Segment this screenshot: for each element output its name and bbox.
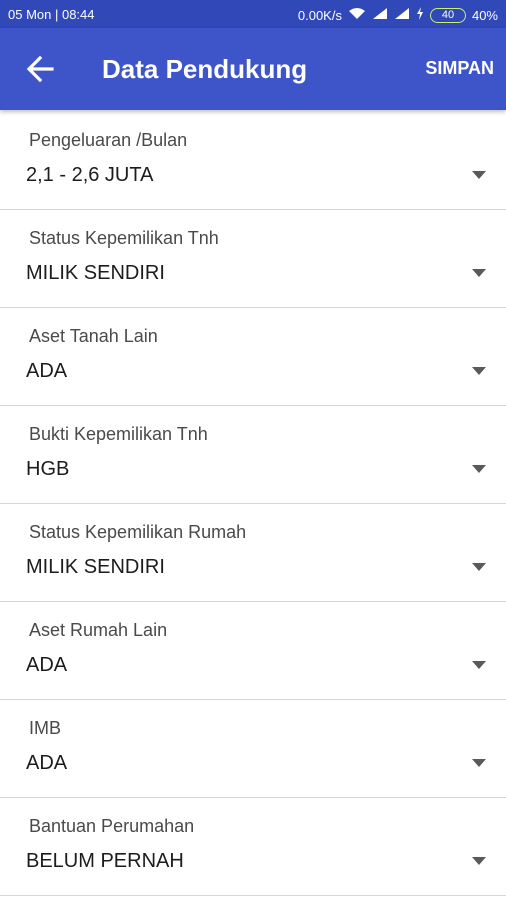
- dropdown-aset-rumah-lain[interactable]: Aset Rumah Lain ADA: [0, 602, 506, 700]
- status-bar-time: 05 Mon | 08:44: [8, 7, 95, 22]
- dropdown-arrow-icon: [472, 661, 486, 669]
- field-value: MILIK SENDIRI: [26, 262, 165, 284]
- dropdown-status-kepemilikan-tanah[interactable]: Status Kepemilikan Tnh MILIK SENDIRI: [0, 210, 506, 308]
- form-list: Pengeluaran /Bulan 2,1 - 2,6 JUTA Status…: [0, 112, 506, 896]
- field-label: Bukti Kepemilikan Tnh: [29, 424, 208, 444]
- status-bar: 05 Mon | 08:44 0.00K/s 40 40%: [0, 0, 506, 28]
- field-value: ADA: [26, 360, 68, 382]
- dropdown-bukti-kepemilikan-tanah[interactable]: Bukti Kepemilikan Tnh HGB: [0, 406, 506, 504]
- field-value: 2,1 - 2,6 JUTA: [26, 164, 154, 186]
- field-label: Aset Tanah Lain: [29, 326, 158, 346]
- dropdown-status-kepemilikan-rumah[interactable]: Status Kepemilikan Rumah MILIK SENDIRI: [0, 504, 506, 602]
- field-label: IMB: [29, 718, 62, 738]
- arrow-left-icon[interactable]: [24, 53, 56, 85]
- signal-icon: [394, 7, 410, 23]
- field-label: Aset Rumah Lain: [29, 620, 168, 640]
- dropdown-pengeluaran-bulan[interactable]: Pengeluaran /Bulan 2,1 - 2,6 JUTA: [0, 112, 506, 210]
- save-button[interactable]: SIMPAN: [425, 58, 494, 79]
- charging-icon: [416, 7, 424, 23]
- signal-icon: [372, 7, 388, 23]
- dropdown-arrow-icon: [472, 269, 486, 277]
- field-label: Status Kepemilikan Tnh: [29, 228, 219, 248]
- wifi-icon: [348, 7, 366, 23]
- dropdown-imb[interactable]: IMB ADA: [0, 700, 506, 798]
- dropdown-arrow-icon: [472, 857, 486, 865]
- dropdown-arrow-icon: [472, 171, 486, 179]
- field-value: ADA: [26, 752, 68, 774]
- dropdown-arrow-icon: [472, 465, 486, 473]
- app-bar: Data Pendukung SIMPAN: [0, 28, 506, 110]
- dropdown-bantuan-perumahan[interactable]: Bantuan Perumahan BELUM PERNAH: [0, 798, 506, 896]
- field-value: HGB: [26, 458, 70, 480]
- dropdown-arrow-icon: [472, 759, 486, 767]
- field-value: ADA: [26, 654, 68, 676]
- dropdown-arrow-icon: [472, 563, 486, 571]
- network-speed: 0.00K/s: [297, 7, 342, 23]
- page-title: Data Pendukung: [102, 54, 308, 84]
- dropdown-arrow-icon: [472, 367, 486, 375]
- battery-percent: 40%: [471, 7, 498, 23]
- field-value: MILIK SENDIRI: [26, 556, 165, 578]
- battery-level: 40: [441, 8, 455, 21]
- status-bar-right: 0.00K/s 40 40%: [298, 7, 498, 23]
- field-label: Pengeluaran /Bulan: [29, 130, 188, 150]
- field-label: Status Kepemilikan Rumah: [29, 522, 247, 542]
- field-value: BELUM PERNAH: [26, 850, 184, 872]
- battery-icon: 40: [429, 7, 466, 23]
- field-label: Bantuan Perumahan: [29, 816, 195, 836]
- dropdown-aset-tanah-lain[interactable]: Aset Tanah Lain ADA: [0, 308, 506, 406]
